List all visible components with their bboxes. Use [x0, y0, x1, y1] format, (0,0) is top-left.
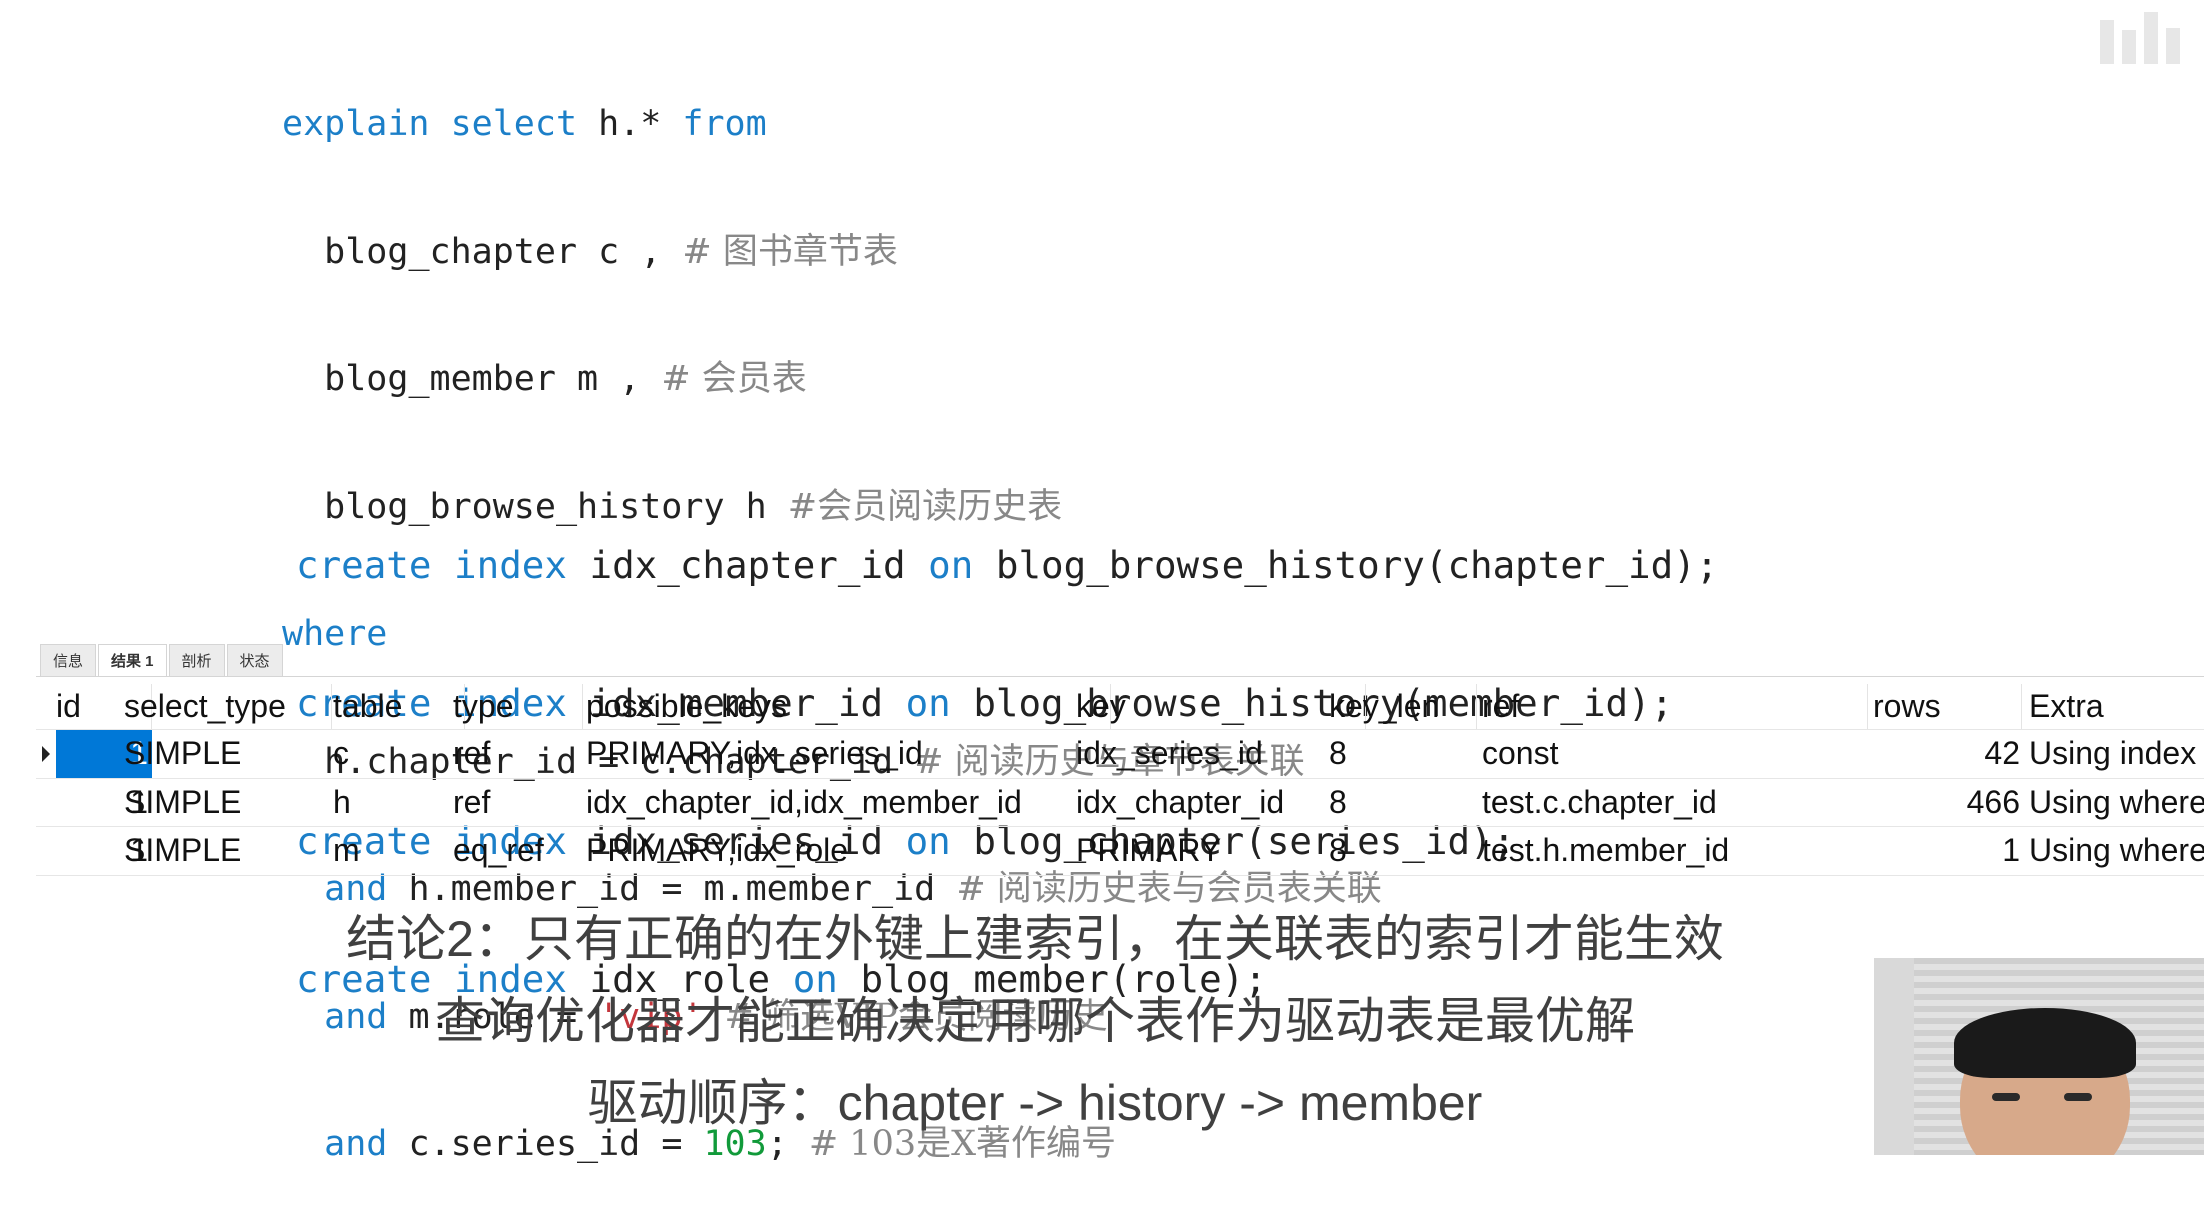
cell-rows[interactable]: 466: [1836, 779, 2022, 827]
cell-key-len[interactable]: 8: [1329, 827, 1477, 875]
explain-result-grid[interactable]: id select_type table type possible_keys …: [36, 684, 2204, 876]
header-rows[interactable]: rows: [1836, 684, 2022, 729]
cell-extra[interactable]: Using index: [2029, 730, 2204, 778]
header-key[interactable]: key: [1076, 684, 1366, 729]
index-name: idx_chapter_id: [589, 543, 906, 587]
cell-type[interactable]: ref: [453, 730, 583, 778]
keyword-create: create: [296, 543, 432, 587]
cell-key[interactable]: PRIMARY: [1076, 827, 1366, 875]
header-select-type[interactable]: select_type: [124, 684, 332, 729]
row-pointer-icon: [42, 746, 50, 762]
cell-extra[interactable]: Using where: [2029, 779, 2204, 827]
cell-key[interactable]: idx_chapter_id: [1076, 779, 1366, 827]
tab-divider: [36, 676, 2204, 677]
tab-status[interactable]: 状态: [226, 644, 283, 677]
conclusion-line-2: 查询优化器才能正确决定用哪个表作为驱动表是最优解: [435, 993, 1635, 1049]
cell-key-len[interactable]: 8: [1329, 779, 1477, 827]
cell-select-type[interactable]: SIMPLE: [124, 779, 332, 827]
cell-ref[interactable]: test.c.chapter_id: [1482, 779, 1868, 827]
index-target: blog_browse_history(chapter_id);: [995, 543, 1719, 587]
conclusion-line-1: 结论2：只有正确的在外键上建索引，在关联表的索引才能生效: [346, 911, 1724, 967]
presenter-eye: [2064, 1093, 2092, 1101]
cell-possible-keys[interactable]: PRIMARY,idx_role: [586, 827, 1111, 875]
keyword-index: index: [454, 543, 567, 587]
cell-table[interactable]: h: [333, 779, 465, 827]
comment-chapter: # 图书章节表: [682, 231, 898, 272]
from-table-chapter: blog_chapter c ,: [324, 231, 662, 272]
cell-type[interactable]: ref: [453, 779, 583, 827]
select-columns: h.*: [598, 104, 662, 144]
cell-ref[interactable]: test.h.member_id: [1482, 827, 1868, 875]
tab-result-1[interactable]: 结果 1: [98, 644, 167, 677]
keyword-explain: explain: [282, 104, 430, 144]
tab-info[interactable]: 信息: [40, 644, 97, 677]
header-table[interactable]: table: [333, 684, 465, 729]
header-ref[interactable]: ref: [1482, 684, 1868, 729]
cell-type[interactable]: eq_ref: [453, 827, 583, 875]
cell-ref[interactable]: const: [1482, 730, 1868, 778]
from-table-member: blog_member m ,: [324, 359, 641, 399]
table-row[interactable]: 1 SIMPLE m eq_ref PRIMARY,idx_role PRIMA…: [36, 827, 2204, 876]
cell-rows[interactable]: 1: [1836, 827, 2022, 875]
cell-table[interactable]: m: [333, 827, 465, 875]
cell-table[interactable]: c: [333, 730, 465, 778]
keyword-select: select: [450, 104, 578, 144]
table-row[interactable]: 1 SIMPLE h ref idx_chapter_id,idx_member…: [36, 779, 2204, 827]
conclusion-line-3: 驱动顺序：chapter -> history -> member: [587, 1075, 1483, 1131]
grid-header-row: id select_type table type possible_keys …: [36, 684, 2204, 730]
tab-profile[interactable]: 剖析: [168, 644, 225, 677]
cell-rows[interactable]: 42: [1836, 730, 2022, 778]
header-possible-keys[interactable]: possible_keys: [586, 684, 1111, 729]
header-extra[interactable]: Extra: [2029, 684, 2204, 729]
keyword-on: on: [928, 543, 974, 587]
watermark-logo-icon: [2100, 12, 2180, 64]
table-row[interactable]: 1 SIMPLE c ref PRIMARY,idx_series_id idx…: [36, 730, 2204, 779]
presenter-eye: [1992, 1093, 2020, 1101]
header-type[interactable]: type: [453, 684, 583, 729]
header-key-len[interactable]: key_len: [1329, 684, 1477, 729]
presenter-webcam: [1874, 958, 2204, 1155]
conclusion-caption: 结论2：只有正确的在外键上建索引，在关联表的索引才能生效 查询优化器才能正确决定…: [0, 898, 2070, 1144]
cell-key-len[interactable]: 8: [1329, 730, 1477, 778]
cell-extra[interactable]: Using where: [2029, 827, 2204, 875]
keyword-from: from: [682, 104, 767, 144]
cell-key[interactable]: idx_series_id: [1076, 730, 1366, 778]
comment-member: # 会员表: [661, 359, 807, 399]
cell-possible-keys[interactable]: PRIMARY,idx_series_id: [586, 730, 1111, 778]
create-index-line: create index idx_chapter_id on blog_brow…: [296, 542, 1718, 588]
cell-possible-keys[interactable]: idx_chapter_id,idx_member_id: [586, 779, 1111, 827]
result-tabs: 信息 结果 1 剖析 状态: [40, 644, 285, 677]
cell-select-type[interactable]: SIMPLE: [124, 730, 332, 778]
current-row-marker: [36, 730, 54, 778]
cell-select-type[interactable]: SIMPLE: [124, 827, 332, 875]
presenter-hair: [1954, 1008, 2136, 1078]
